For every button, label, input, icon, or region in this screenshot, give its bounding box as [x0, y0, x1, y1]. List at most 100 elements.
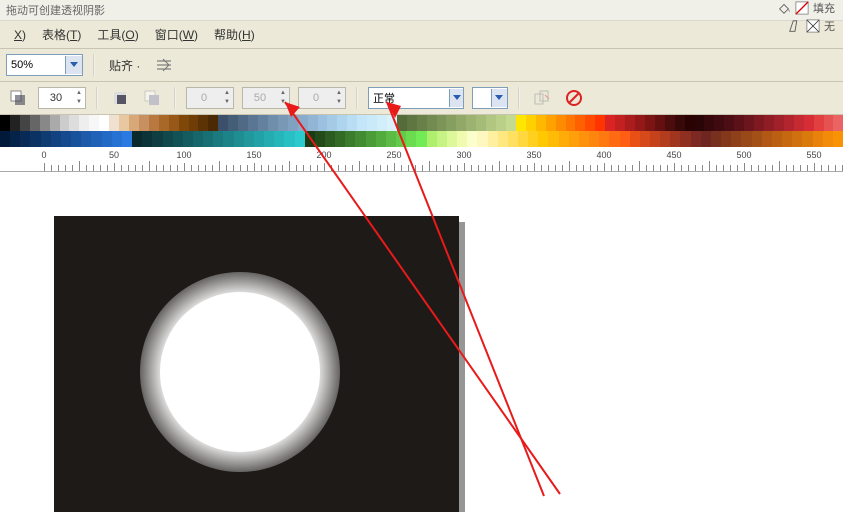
swatch[interactable]: [173, 131, 183, 147]
swatch[interactable]: [559, 131, 569, 147]
swatch[interactable]: [620, 131, 630, 147]
shadow-color-combo[interactable]: [472, 87, 508, 109]
swatch[interactable]: [536, 115, 546, 131]
swatch[interactable]: [112, 131, 122, 147]
shadow-feather-icon[interactable]: [140, 86, 164, 110]
swatch[interactable]: [498, 131, 508, 147]
blend-mode-input[interactable]: [369, 89, 449, 107]
swatch[interactable]: [701, 131, 711, 147]
swatch[interactable]: [675, 115, 685, 131]
swatch[interactable]: [528, 131, 538, 147]
swatch[interactable]: [635, 115, 645, 131]
swatch[interactable]: [30, 115, 40, 131]
swatch[interactable]: [89, 115, 99, 131]
swatch[interactable]: [823, 131, 833, 147]
swatch[interactable]: [152, 131, 162, 147]
swatch[interactable]: [774, 115, 784, 131]
swatch[interactable]: [548, 131, 558, 147]
swatch[interactable]: [833, 131, 843, 147]
swatch[interactable]: [486, 115, 496, 131]
swatch[interactable]: [640, 131, 650, 147]
menu-tools[interactable]: 工具(O): [89, 23, 146, 46]
swatch[interactable]: [69, 115, 79, 131]
swatch[interactable]: [264, 131, 274, 147]
swatch[interactable]: [295, 131, 305, 147]
swatch[interactable]: [416, 131, 426, 147]
swatch[interactable]: [386, 131, 396, 147]
swatch[interactable]: [833, 115, 843, 131]
swatch[interactable]: [794, 115, 804, 131]
swatch[interactable]: [40, 115, 50, 131]
swatch[interactable]: [91, 131, 101, 147]
swatch[interactable]: [79, 115, 89, 131]
swatch[interactable]: [665, 115, 675, 131]
swatch[interactable]: [680, 131, 690, 147]
swatch[interactable]: [278, 115, 288, 131]
swatch[interactable]: [575, 115, 585, 131]
swatch[interactable]: [288, 115, 298, 131]
swatch[interactable]: [630, 131, 640, 147]
swatch[interactable]: [132, 131, 142, 147]
swatch[interactable]: [208, 115, 218, 131]
swatch[interactable]: [585, 115, 595, 131]
swatch[interactable]: [599, 131, 609, 147]
swatch[interactable]: [61, 131, 71, 147]
swatch[interactable]: [139, 115, 149, 131]
swatch[interactable]: [163, 131, 173, 147]
swatch[interactable]: [396, 131, 406, 147]
swatch[interactable]: [595, 115, 605, 131]
shadow-angle-spin[interactable]: 30 ▲▼: [38, 87, 86, 109]
swatch[interactable]: [609, 131, 619, 147]
spinner-arrows-icon[interactable]: ▲▼: [73, 89, 85, 107]
swatch[interactable]: [741, 131, 751, 147]
swatch[interactable]: [477, 131, 487, 147]
swatch[interactable]: [660, 131, 670, 147]
swatch[interactable]: [99, 115, 109, 131]
shadow-preset-icon[interactable]: [6, 86, 30, 110]
swatch[interactable]: [437, 115, 447, 131]
swatch[interactable]: [10, 115, 20, 131]
swatch[interactable]: [457, 131, 467, 147]
swatch[interactable]: [366, 131, 376, 147]
swatch[interactable]: [327, 115, 337, 131]
swatch[interactable]: [804, 115, 814, 131]
swatch[interactable]: [228, 115, 238, 131]
swatch[interactable]: [813, 131, 823, 147]
chevron-down-icon[interactable]: [491, 89, 508, 107]
swatch[interactable]: [467, 131, 477, 147]
swatch[interactable]: [347, 115, 357, 131]
canvas[interactable]: [0, 172, 843, 512]
swatch[interactable]: [538, 131, 548, 147]
swatch[interactable]: [579, 131, 589, 147]
swatch[interactable]: [670, 131, 680, 147]
swatch[interactable]: [258, 115, 268, 131]
swatch[interactable]: [752, 131, 762, 147]
swatch[interactable]: [244, 131, 254, 147]
swatch[interactable]: [142, 131, 152, 147]
swatch[interactable]: [189, 115, 199, 131]
swatch[interactable]: [417, 115, 427, 131]
swatch[interactable]: [122, 131, 132, 147]
swatch[interactable]: [784, 115, 794, 131]
swatch[interactable]: [10, 131, 20, 147]
swatch[interactable]: [506, 115, 516, 131]
swatch[interactable]: [437, 131, 447, 147]
swatch[interactable]: [772, 131, 782, 147]
swatch[interactable]: [397, 115, 407, 131]
swatch[interactable]: [516, 115, 526, 131]
swatch[interactable]: [284, 131, 294, 147]
swatch[interactable]: [476, 115, 486, 131]
swatch[interactable]: [159, 115, 169, 131]
swatch[interactable]: [119, 115, 129, 131]
blend-mode-combo[interactable]: [368, 87, 464, 109]
swatch[interactable]: [81, 131, 91, 147]
menu-x[interactable]: X): [6, 25, 34, 45]
swatch[interactable]: [508, 131, 518, 147]
swatch[interactable]: [650, 131, 660, 147]
swatch[interactable]: [203, 131, 213, 147]
swatch[interactable]: [169, 115, 179, 131]
swatch[interactable]: [691, 131, 701, 147]
swatch[interactable]: [721, 131, 731, 147]
swatch[interactable]: [335, 131, 345, 147]
swatch[interactable]: [102, 131, 112, 147]
